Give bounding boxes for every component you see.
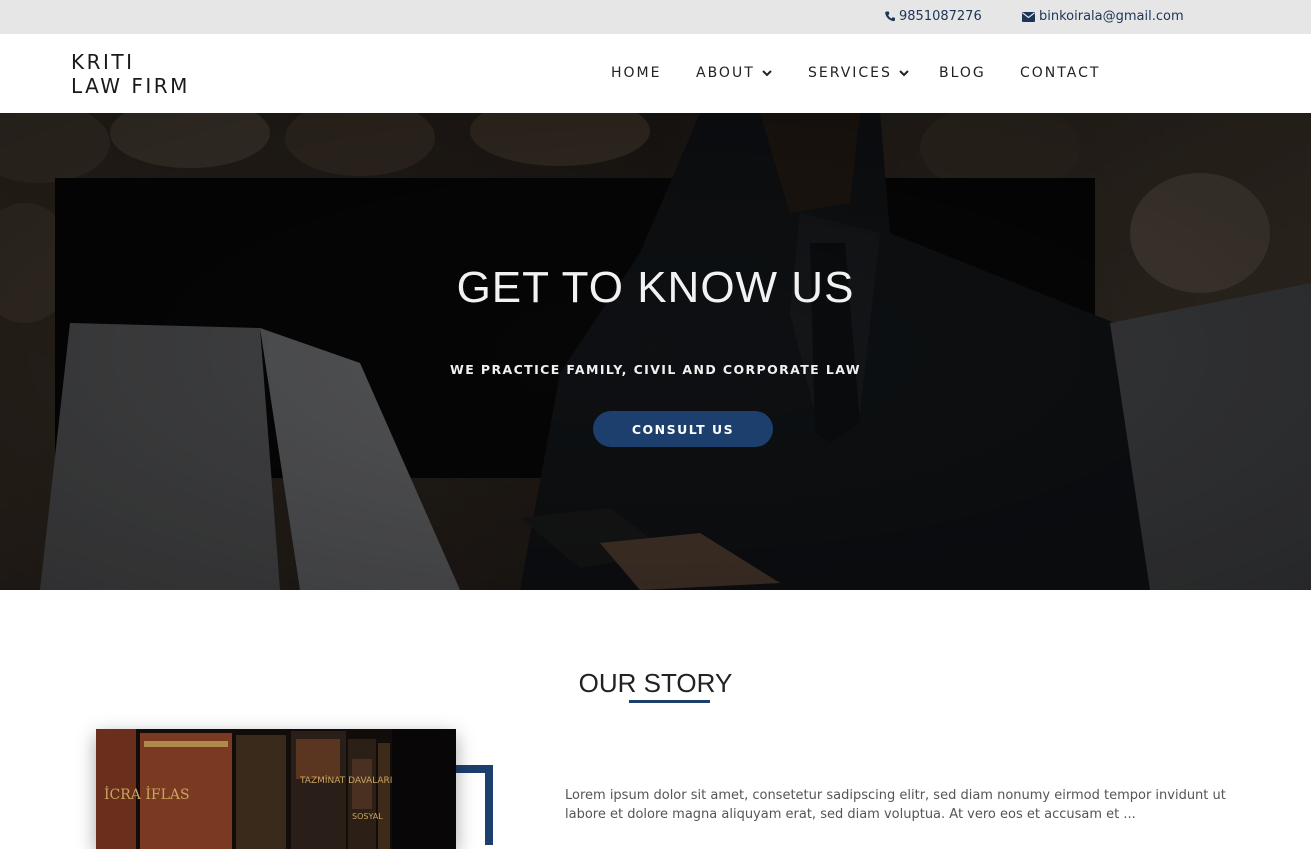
hero-background-photo [0,113,1311,590]
hero-title: GET TO KNOW US [456,263,855,312]
email-contact[interactable]: binkoirala@gmail.com [1022,9,1184,24]
nav-contact-label: CONTACT [1020,65,1101,81]
nav-contact[interactable]: CONTACT [1020,65,1100,81]
nav-blog-label: BLOG [939,65,986,81]
top-contact-bar: 9851087276 binkoirala@gmail.com [0,0,1311,34]
email-address: binkoirala@gmail.com [1039,9,1184,24]
nav-services[interactable]: SERVICES [808,65,909,81]
law-books-image: İCRA İFLAS TAZMİNAT DAVALARI SOSYAL [96,729,456,849]
nav-blog[interactable]: BLOG [939,65,986,81]
our-story-heading: OUR STORY [578,668,733,698]
heading-underline [629,700,710,703]
book-spine-1: İCRA İFLAS [104,785,190,803]
nav-services-label: SERVICES [808,65,892,81]
nav-menu: HOME ABOUT SERVICES BLOG CONTACT [0,65,1311,85]
chevron-down-icon [899,69,909,76]
nav-home[interactable]: HOME [611,65,661,81]
hero-section: GET TO KNOW US WE PRACTICE FAMILY, CIVIL… [0,113,1311,590]
book-spine-2: TAZMİNAT DAVALARI [299,775,392,786]
phone-number: 9851087276 [899,9,982,24]
phone-contact[interactable]: 9851087276 [885,9,982,24]
our-story-text: Lorem ipsum dolor sit amet, consetetur s… [565,788,1226,822]
phone-icon [885,11,895,22]
consult-us-button[interactable]: CONSULT US [593,411,773,447]
chevron-down-icon [762,69,772,76]
envelope-icon [1022,11,1035,22]
main-navbar: KRITI LAW FIRM HOME ABOUT SERVICES BLOG … [0,34,1311,113]
nav-about-label: ABOUT [696,65,755,81]
nav-home-label: HOME [611,65,662,81]
hero-subtitle: WE PRACTICE FAMILY, CIVIL AND CORPORATE … [450,362,861,377]
book-spine-3: SOSYAL [352,812,383,821]
nav-about[interactable]: ABOUT [696,65,772,81]
